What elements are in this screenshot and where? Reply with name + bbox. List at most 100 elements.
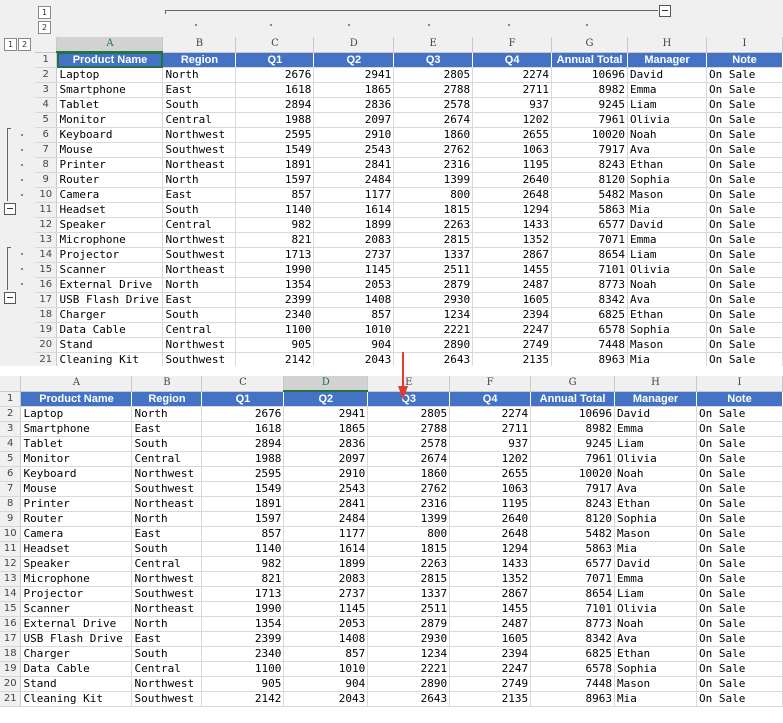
- top-data-cell[interactable]: 7101: [551, 262, 629, 278]
- bottom-column-header-i[interactable]: I: [696, 376, 783, 392]
- bottom-data-cell[interactable]: 7101: [530, 601, 616, 617]
- top-data-cell[interactable]: David: [627, 67, 707, 83]
- bottom-data-cell[interactable]: Keyboard: [20, 466, 133, 482]
- bottom-data-cell[interactable]: On Sale: [696, 616, 783, 632]
- bottom-column-header-d[interactable]: D: [283, 376, 369, 392]
- bottom-data-cell[interactable]: 7071: [530, 571, 616, 587]
- top-data-cell[interactable]: 2142: [235, 352, 315, 366]
- bottom-data-cell[interactable]: 1865: [283, 421, 369, 437]
- top-data-cell[interactable]: 1988: [235, 112, 315, 128]
- bottom-data-cell[interactable]: 6825: [530, 646, 616, 662]
- top-row-header[interactable]: 10: [35, 187, 58, 203]
- bottom-data-cell[interactable]: 1100: [201, 661, 285, 677]
- top-column-header-d[interactable]: D: [313, 37, 395, 53]
- collapse-row-group-2-minus-icon[interactable]: [4, 292, 16, 304]
- top-header-cell[interactable]: Annual Total: [551, 52, 629, 68]
- top-data-cell[interactable]: 6578: [551, 322, 629, 338]
- bottom-data-cell[interactable]: Microphone: [20, 571, 133, 587]
- bottom-data-cell[interactable]: 1549: [201, 481, 285, 497]
- top-row-header[interactable]: 20: [35, 337, 58, 353]
- top-data-cell[interactable]: Cleaning Kit: [56, 352, 164, 366]
- top-data-cell[interactable]: 2543: [313, 142, 395, 158]
- bottom-row-header[interactable]: 20: [0, 676, 22, 692]
- bottom-data-cell[interactable]: On Sale: [696, 541, 783, 557]
- top-data-cell[interactable]: 2711: [472, 82, 553, 98]
- bottom-column-header-h[interactable]: H: [614, 376, 697, 392]
- top-data-cell[interactable]: Emma: [627, 232, 707, 248]
- bottom-data-cell[interactable]: 8773: [530, 616, 616, 632]
- top-data-cell[interactable]: On Sale: [706, 142, 783, 158]
- top-data-cell[interactable]: 937: [472, 97, 553, 113]
- top-data-cell[interactable]: 1597: [235, 172, 315, 188]
- bottom-row-header[interactable]: 1: [0, 391, 22, 407]
- bottom-data-cell[interactable]: Camera: [20, 526, 133, 542]
- bottom-data-cell[interactable]: 1202: [449, 451, 532, 467]
- top-row-header[interactable]: 2: [35, 67, 58, 83]
- collapse-column-group-minus-icon[interactable]: [659, 5, 671, 17]
- top-data-cell[interactable]: North: [162, 172, 237, 188]
- top-data-cell[interactable]: 2815: [393, 232, 474, 248]
- top-data-cell[interactable]: 1352: [472, 232, 553, 248]
- top-data-cell[interactable]: Printer: [56, 157, 164, 173]
- bottom-data-cell[interactable]: 2484: [283, 511, 369, 527]
- top-data-cell[interactable]: 2674: [393, 112, 474, 128]
- bottom-data-cell[interactable]: 2655: [449, 466, 532, 482]
- bottom-data-cell[interactable]: Northwest: [131, 466, 203, 482]
- bottom-data-cell[interactable]: 10696: [530, 406, 616, 422]
- bottom-data-cell[interactable]: Olivia: [614, 451, 697, 467]
- bottom-data-cell[interactable]: 2749: [449, 676, 532, 692]
- bottom-data-cell[interactable]: 1177: [283, 526, 369, 542]
- bottom-data-cell[interactable]: 982: [201, 556, 285, 572]
- bottom-data-cell[interactable]: Printer: [20, 496, 133, 512]
- bottom-row-header[interactable]: 8: [0, 496, 22, 512]
- top-data-cell[interactable]: 1899: [313, 217, 395, 233]
- bottom-data-cell[interactable]: On Sale: [696, 526, 783, 542]
- top-data-cell[interactable]: 1713: [235, 247, 315, 263]
- bottom-data-cell[interactable]: 1815: [367, 541, 451, 557]
- bottom-data-cell[interactable]: 1605: [449, 631, 532, 647]
- bottom-data-cell[interactable]: 2711: [449, 421, 532, 437]
- bottom-data-cell[interactable]: South: [131, 436, 203, 452]
- top-data-cell[interactable]: Ava: [627, 142, 707, 158]
- bottom-row-header[interactable]: 15: [0, 601, 22, 617]
- bottom-data-cell[interactable]: 7448: [530, 676, 616, 692]
- top-data-cell[interactable]: North: [162, 67, 237, 83]
- top-data-cell[interactable]: 2097: [313, 112, 395, 128]
- top-data-cell[interactable]: Headset: [56, 202, 164, 218]
- top-data-cell[interactable]: 2867: [472, 247, 553, 263]
- bottom-data-cell[interactable]: 2340: [201, 646, 285, 662]
- top-data-cell[interactable]: Charger: [56, 307, 164, 323]
- top-data-cell[interactable]: Monitor: [56, 112, 164, 128]
- top-header-cell[interactable]: Q1: [235, 52, 315, 68]
- bottom-data-cell[interactable]: Mia: [614, 691, 697, 707]
- bottom-data-cell[interactable]: 2221: [367, 661, 451, 677]
- bottom-data-cell[interactable]: 2135: [449, 691, 532, 707]
- top-data-cell[interactable]: Mason: [627, 337, 707, 353]
- top-data-cell[interactable]: 2487: [472, 277, 553, 293]
- bottom-data-cell[interactable]: 904: [283, 676, 369, 692]
- top-header-cell[interactable]: Product Name: [56, 52, 164, 68]
- top-data-cell[interactable]: On Sale: [706, 112, 783, 128]
- top-data-cell[interactable]: 1433: [472, 217, 553, 233]
- top-data-cell[interactable]: On Sale: [706, 157, 783, 173]
- bottom-data-cell[interactable]: On Sale: [696, 586, 783, 602]
- bottom-row-header[interactable]: 17: [0, 631, 22, 647]
- bottom-data-cell[interactable]: 857: [201, 526, 285, 542]
- bottom-data-cell[interactable]: Laptop: [20, 406, 133, 422]
- bottom-data-cell[interactable]: 2676: [201, 406, 285, 422]
- bottom-data-cell[interactable]: On Sale: [696, 466, 783, 482]
- top-data-cell[interactable]: 1294: [472, 202, 553, 218]
- bottom-data-cell[interactable]: North: [131, 511, 203, 527]
- top-data-cell[interactable]: On Sale: [706, 172, 783, 188]
- top-data-cell[interactable]: Ethan: [627, 307, 707, 323]
- top-data-cell[interactable]: 2274: [472, 67, 553, 83]
- bottom-column-header-f[interactable]: F: [449, 376, 532, 392]
- top-data-cell[interactable]: Laptop: [56, 67, 164, 83]
- bottom-header-cell[interactable]: Q4: [449, 391, 532, 407]
- bottom-data-cell[interactable]: 8120: [530, 511, 616, 527]
- bottom-data-cell[interactable]: Ava: [614, 631, 697, 647]
- bottom-data-cell[interactable]: 1195: [449, 496, 532, 512]
- top-data-cell[interactable]: 8982: [551, 82, 629, 98]
- top-data-cell[interactable]: Data Cable: [56, 322, 164, 338]
- top-data-cell[interactable]: Southwest: [162, 247, 237, 263]
